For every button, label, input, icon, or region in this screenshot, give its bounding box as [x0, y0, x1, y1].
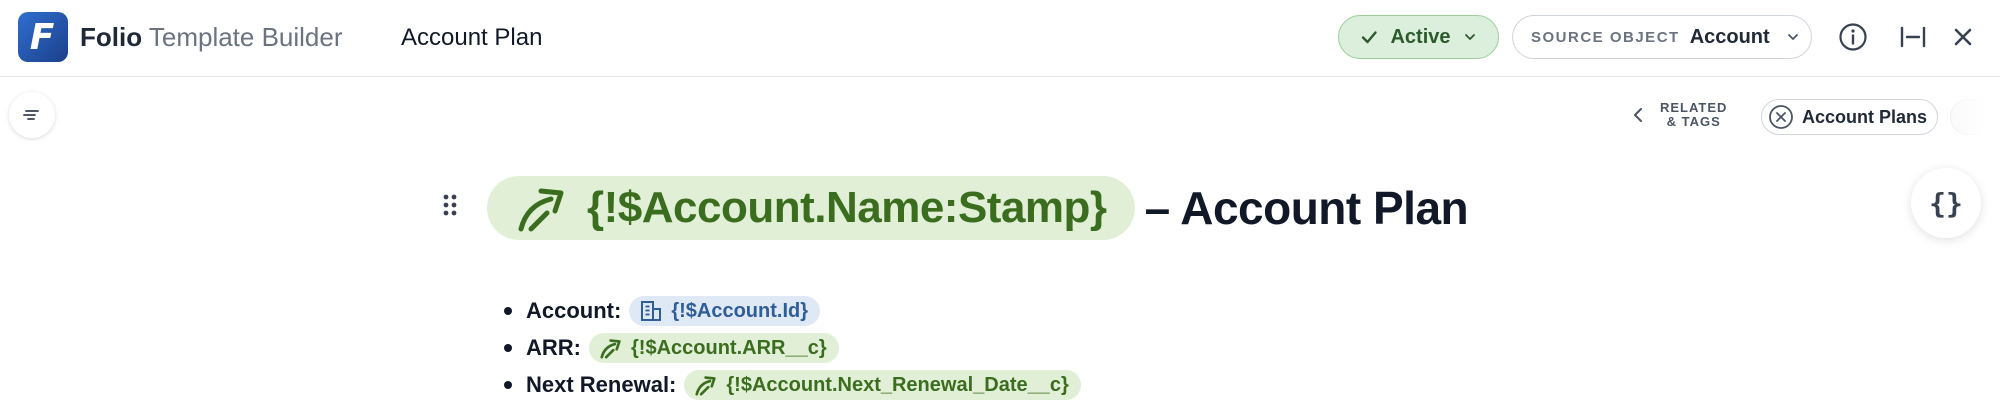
close-icon[interactable] — [1946, 20, 1980, 54]
list-item[interactable]: Next Renewal: {!$Account.Next_Renewal_Da… — [504, 370, 1081, 400]
list-item[interactable]: ARR: {!$Account.ARR__c} — [504, 333, 839, 363]
merge-field-text: {!$Account.ARR__c} — [631, 336, 827, 359]
related-tags-line2: & TAGS — [1666, 114, 1721, 129]
merge-field-chip[interactable]: {!$Account.Next_Renewal_Date__c} — [684, 370, 1081, 400]
logo-letter: F — [29, 16, 55, 58]
merge-field-chip-heading[interactable]: {!$Account.Name:Stamp} — [487, 176, 1135, 240]
source-object-key: SOURCE OBJECT — [1531, 28, 1680, 46]
braces-icon: {} — [1929, 186, 1963, 220]
merge-field-text: {!$Account.Next_Renewal_Date__c} — [726, 373, 1069, 396]
related-tags-line1: RELATED — [1660, 100, 1728, 115]
bullet — [504, 344, 512, 352]
tag-chip-account-plans[interactable]: Account Plans — [1761, 99, 1938, 135]
remove-tag-icon[interactable] — [1768, 104, 1794, 130]
status-dropdown[interactable]: Active — [1338, 15, 1499, 59]
check-icon — [1362, 31, 1378, 44]
chevron-left-icon — [1634, 108, 1642, 122]
bullet — [504, 381, 512, 389]
source-object-value: Account — [1689, 25, 1770, 48]
bullet — [504, 307, 512, 315]
status-label: Active — [1390, 25, 1451, 48]
heading-suffix: – Account Plan — [1144, 182, 1469, 234]
tag-chip-label: Account Plans — [1802, 106, 1928, 127]
link-arrow-icon — [600, 339, 621, 359]
document-heading[interactable]: {!$Account.Name:Stamp} – Account Plan — [487, 176, 1469, 240]
scroll-fade — [1950, 98, 2000, 136]
merge-field-text: {!$Account.Id} — [671, 299, 809, 322]
merge-field-chip[interactable]: {!$Account.Id} — [629, 296, 821, 326]
field-label: Account: — [526, 298, 622, 323]
list-item[interactable]: Account: {!$Account.Id} — [504, 296, 821, 326]
chevron-down-icon — [1464, 34, 1475, 40]
related-tags-label: RELATED & TAGS — [1660, 101, 1727, 129]
brand-primary: Folio — [80, 22, 143, 52]
collapse-panel-icon[interactable] — [1896, 20, 1930, 54]
chevron-down-icon — [1787, 34, 1798, 40]
outline-icon — [23, 110, 39, 120]
merge-field-chip[interactable]: {!$Account.ARR__c} — [589, 333, 839, 363]
link-arrow-icon — [518, 188, 564, 232]
source-object-dropdown[interactable]: SOURCE OBJECT Account — [1512, 15, 1812, 59]
merge-fields-button[interactable]: {} — [1911, 168, 1981, 238]
app-header: F Folio Template Builder Account Plan Ac… — [0, 0, 2000, 77]
app-brand: Folio Template Builder — [80, 22, 343, 52]
field-label: ARR: — [526, 335, 581, 360]
info-icon[interactable] — [1836, 20, 1870, 54]
building-icon — [641, 301, 662, 321]
brand-secondary: Template Builder — [148, 22, 343, 52]
folio-logo[interactable]: F — [18, 12, 68, 62]
link-arrow-icon — [695, 376, 717, 396]
heading-merge-field: {!$Account.Name:Stamp} — [587, 183, 1107, 232]
document-title[interactable]: Account Plan — [401, 23, 542, 53]
field-label: Next Renewal: — [526, 372, 677, 397]
outline-toggle-button[interactable] — [9, 92, 55, 138]
drag-handle-icon[interactable] — [442, 193, 458, 222]
related-tags-toggle[interactable]: RELATED & TAGS — [1632, 99, 1727, 131]
